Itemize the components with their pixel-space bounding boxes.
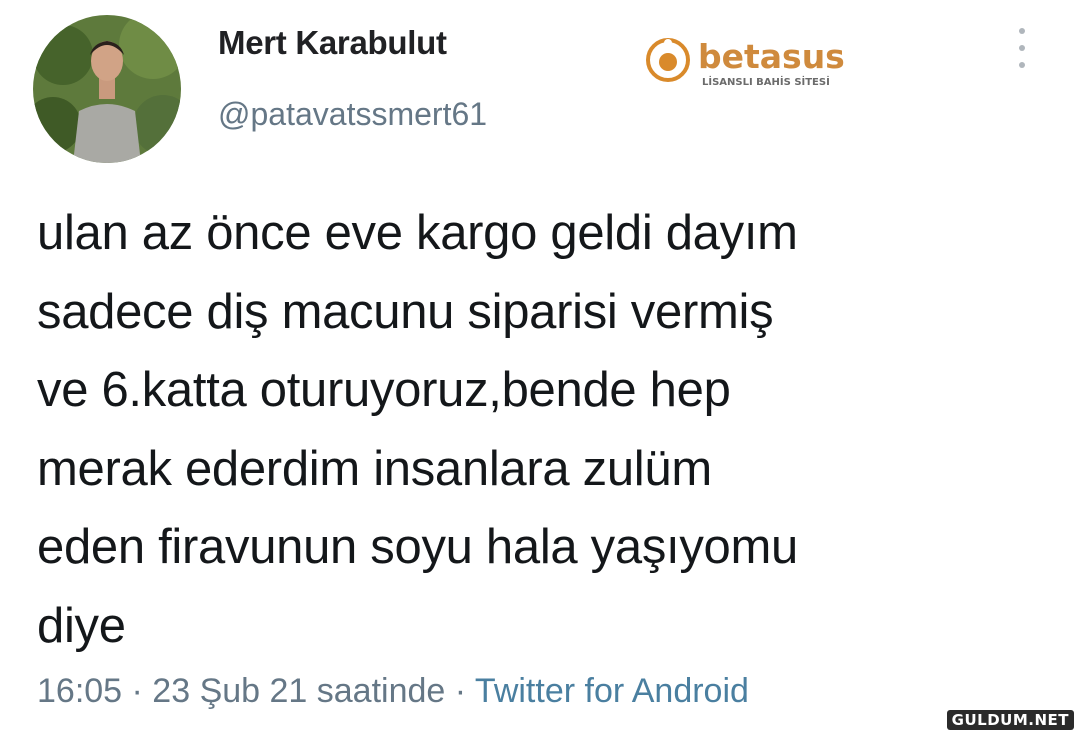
author-handle[interactable]: @patavatssmert61 [218, 96, 487, 133]
tweet-meta: 16:05 · 23 Şub 21 saatinde · Twitter for… [37, 672, 749, 711]
author-name[interactable]: Mert Karabulut [218, 24, 447, 62]
avatar[interactable] [33, 15, 181, 163]
avatar-photo [33, 15, 181, 163]
tweet-timestamp[interactable]: 16:05 · 23 Şub 21 saatinde · [37, 672, 475, 710]
tweet-text: ulan az önce eve kargo geldi dayım sadec… [37, 206, 798, 653]
brand-logo: betasus LİSANSLI BAHİS SİTESİ [646, 32, 868, 92]
more-vertical-icon[interactable] [1012, 28, 1032, 68]
site-watermark: GULDUM.NET [946, 710, 1074, 730]
tweet-client[interactable]: Twitter for Android [475, 672, 749, 710]
brand-name: betasus [698, 37, 845, 76]
brand-tagline: LİSANSLI BAHİS SİTESİ [702, 74, 830, 88]
